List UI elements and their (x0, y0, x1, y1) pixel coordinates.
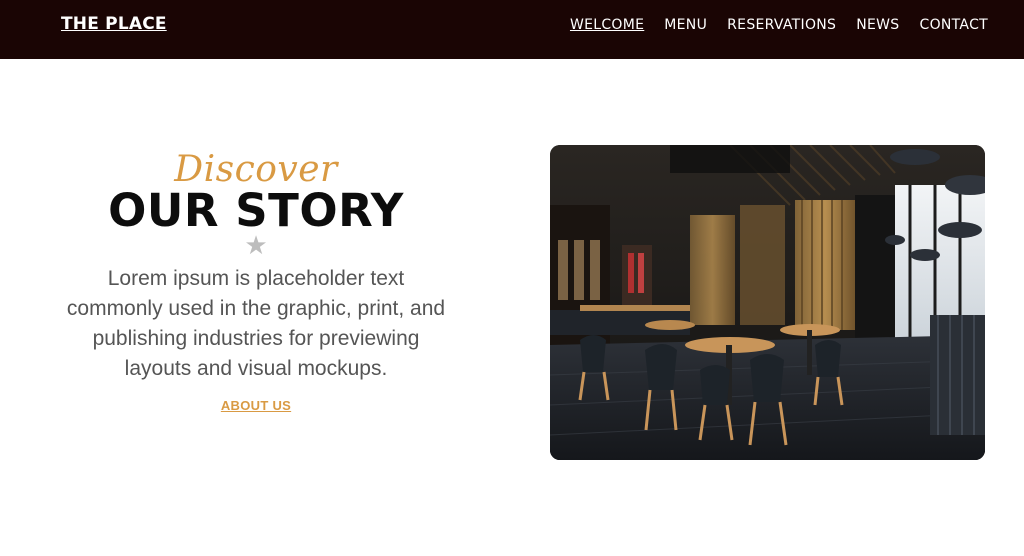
restaurant-interior-image (550, 145, 985, 460)
story-body-text: Lorem ipsum is placeholder text commonly… (66, 267, 446, 380)
main-nav: WELCOME MENU RESERVATIONS NEWS CONTACT (550, 17, 988, 33)
brand-logo-link[interactable]: THE PLACE (61, 14, 167, 34)
nav-link-welcome[interactable]: WELCOME (570, 17, 644, 33)
section-title: OUR STORY (108, 184, 404, 237)
nav-link-menu[interactable]: MENU (664, 17, 707, 33)
our-story-section: Discover OUR STORY ★ Lorem ipsum is plac… (56, 150, 456, 415)
nav-link-reservations[interactable]: RESERVATIONS (727, 17, 836, 33)
top-navbar: THE PLACE WELCOME MENU RESERVATIONS NEWS… (0, 0, 1024, 59)
nav-link-news[interactable]: NEWS (856, 17, 899, 33)
nav-link-contact[interactable]: CONTACT (920, 17, 989, 33)
about-us-link[interactable]: ABOUT US (221, 398, 291, 413)
